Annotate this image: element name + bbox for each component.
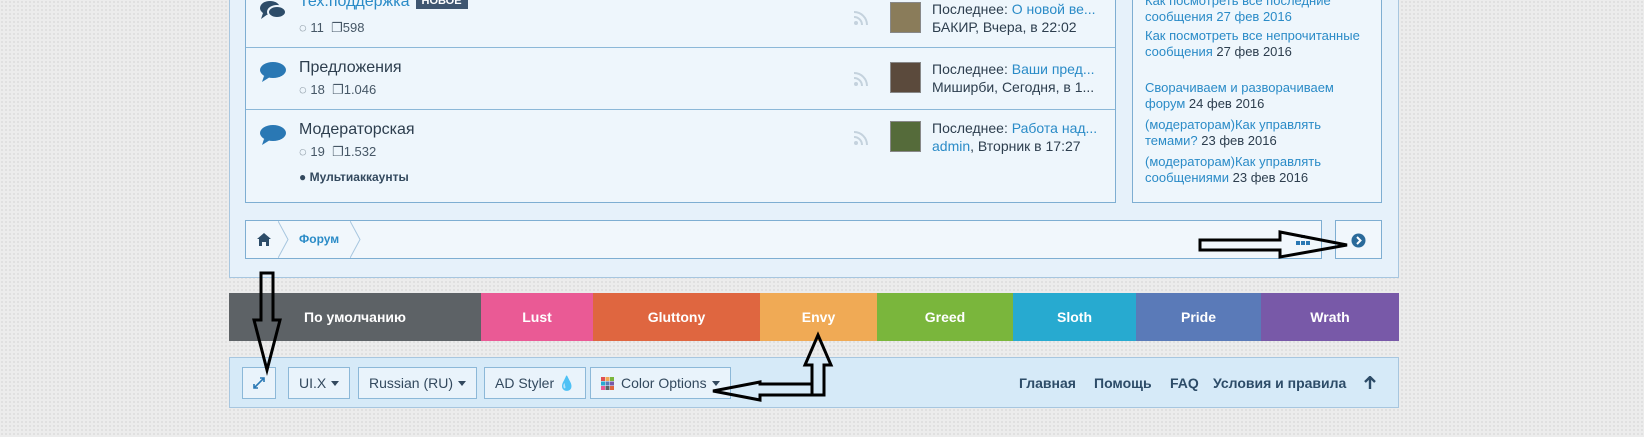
annotation-arrows [252, 230, 1348, 402]
annotation-arrow-down [252, 271, 282, 376]
annotation-arrow-right [1198, 230, 1348, 259]
annotation-arrow-up [802, 331, 834, 397]
annotation-arrow-left [712, 380, 814, 402]
